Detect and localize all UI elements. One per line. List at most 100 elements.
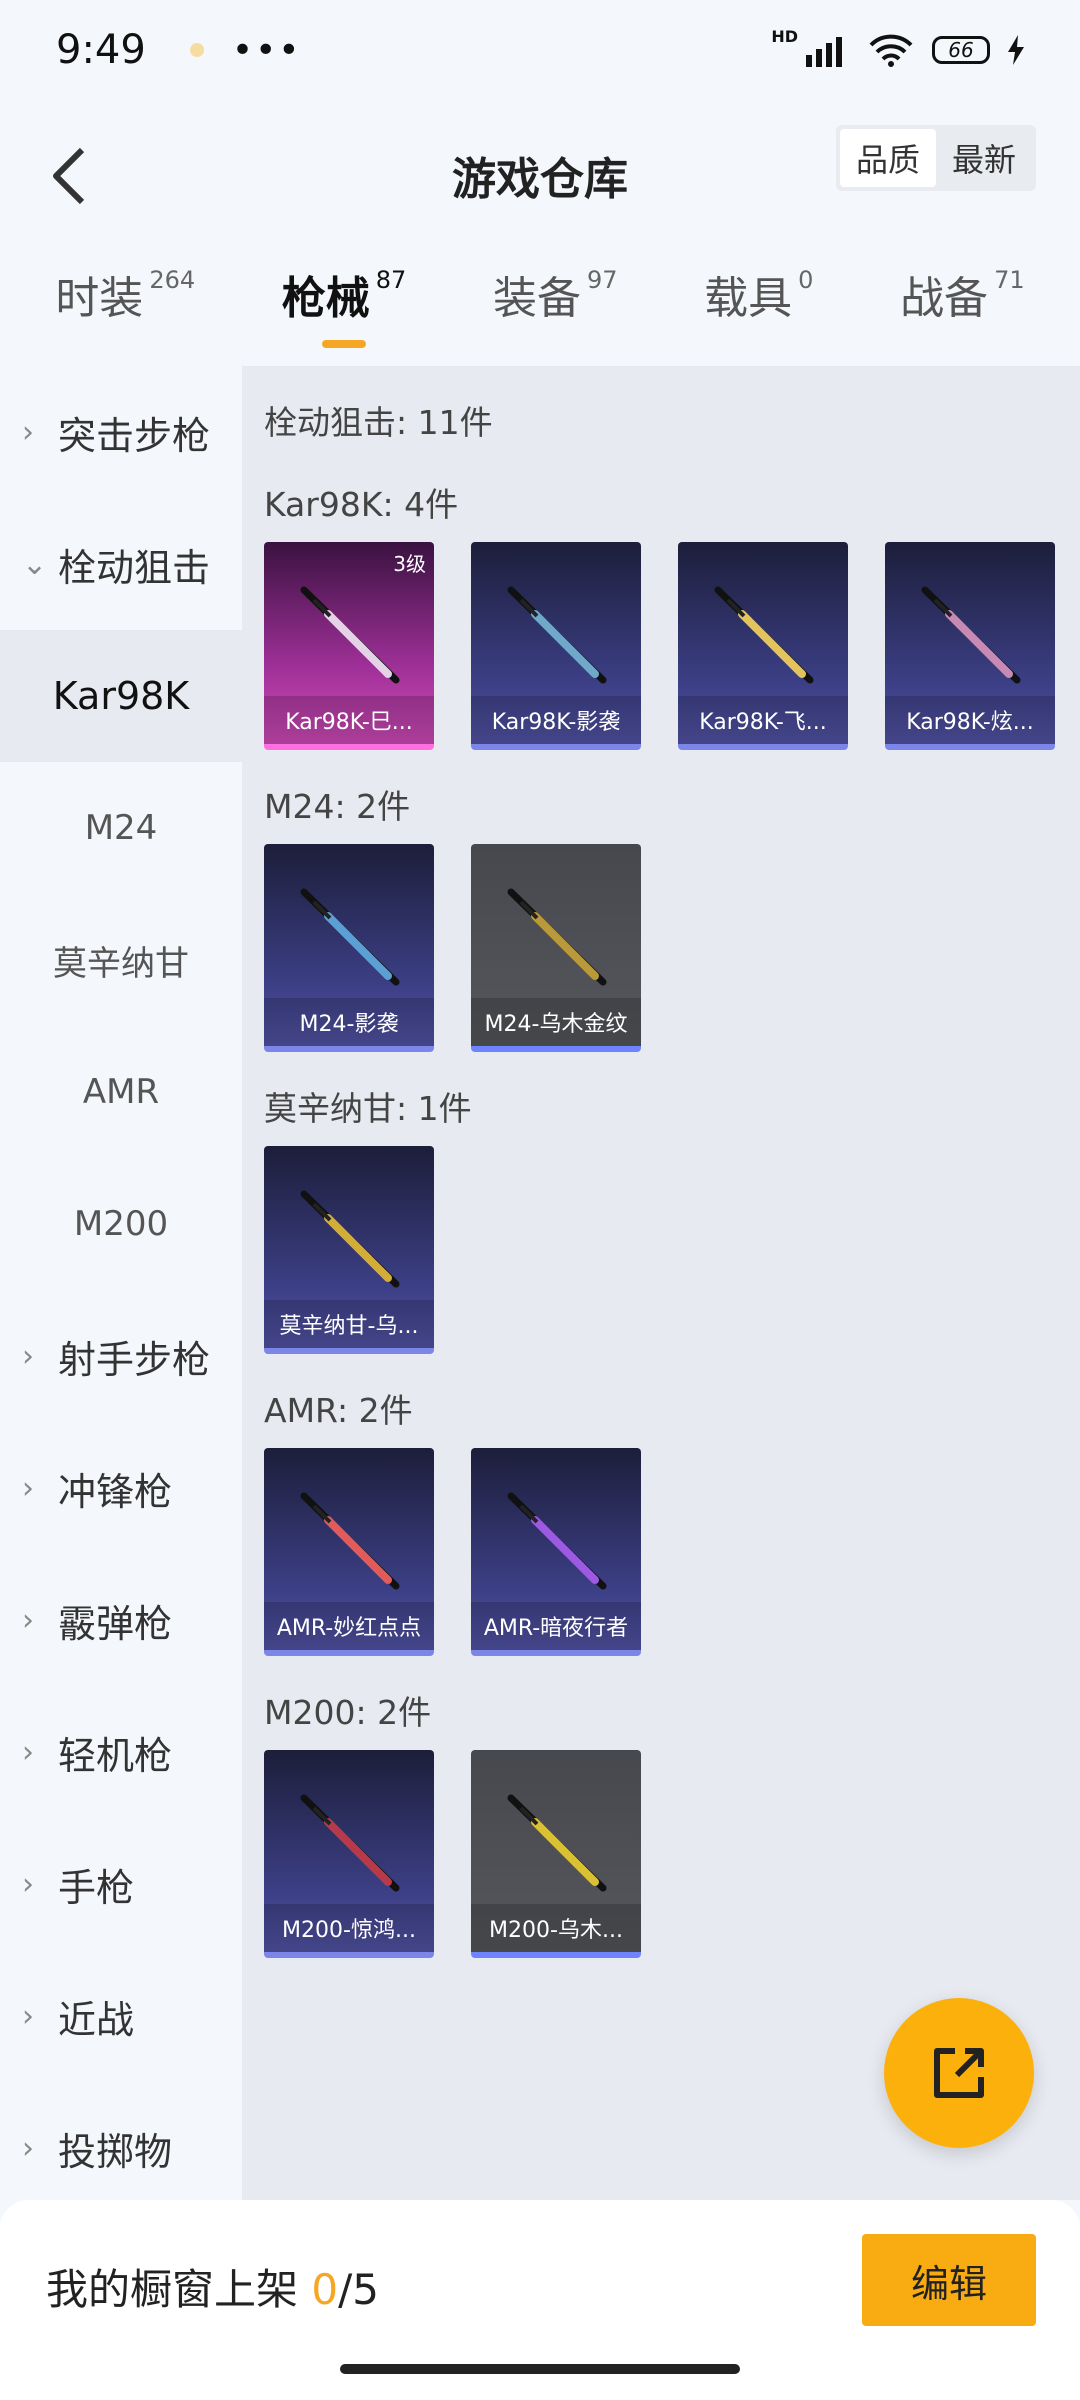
rifle-icon <box>507 1794 607 1892</box>
page-title: 游戏仓库 <box>452 154 628 205</box>
skin-card[interactable]: Kar98K-飞... <box>678 542 848 750</box>
sidebar-item-label: 霰弹枪 <box>58 1601 173 1646</box>
sidebar-subitem-mosin[interactable]: 莫辛纳甘 <box>0 894 242 1026</box>
active-tab-indicator <box>321 340 366 348</box>
sidebar-item-label: 栓动狙击 <box>58 545 211 590</box>
chevron-down-icon: ⌄ <box>22 546 48 582</box>
tab-count: 87 <box>375 266 407 294</box>
sidebar-item-lmg[interactable]: › 轻机枪 <box>0 1686 242 1818</box>
sidebar-item-label: 手枪 <box>58 1865 135 1910</box>
sidebar-item-melee[interactable]: › 近战 <box>0 1950 242 2082</box>
skin-card[interactable]: M24-乌木金纹 <box>471 844 641 1052</box>
tab-count: 97 <box>586 266 618 294</box>
sidebar-item-throwable[interactable]: › 投掷物 <box>0 2082 242 2214</box>
sidebar-item-label: 射手步枪 <box>58 1337 211 1382</box>
group-title-kar98k: Kar98K: 4件 <box>264 485 459 524</box>
rifle-icon <box>507 586 607 684</box>
skin-card[interactable]: 莫辛纳甘-乌... <box>264 1146 434 1354</box>
rifle-icon <box>300 586 400 684</box>
rifle-icon <box>300 888 400 986</box>
skin-card[interactable]: AMR-妙红点点 <box>264 1448 434 1656</box>
share-button[interactable] <box>884 1998 1034 2148</box>
sidebar-subitem-m200[interactable]: M200 <box>0 1158 242 1290</box>
sidebar-item-assault-rifle[interactable]: › 突击步枪 <box>0 366 242 498</box>
status-bar: 9:49 ••• HD 66 <box>0 0 1080 100</box>
more-notifications-icon: ••• <box>231 29 302 71</box>
tab-label: 载具 <box>704 273 793 324</box>
home-indicator[interactable] <box>340 2364 740 2374</box>
wifi-icon <box>869 34 913 67</box>
chevron-right-icon: › <box>22 1866 34 1902</box>
sort-latest-button[interactable]: 最新 <box>936 129 1032 187</box>
bottom-bar: 我的橱窗上架 0/5 编辑 <box>0 2200 1080 2400</box>
category-tabs: 时装 264 枪械 87 装备 97 载具 0 战备 71 <box>0 250 1080 366</box>
hd-indicator: HD <box>771 26 798 46</box>
skin-name: Kar98K-炫... <box>885 696 1055 744</box>
skin-card[interactable]: M200-乌木... <box>471 1750 641 1958</box>
tab-supplies[interactable]: 战备 71 <box>900 262 1025 354</box>
tab-outfits[interactable]: 时装 264 <box>55 262 195 354</box>
header: 游戏仓库 品质 最新 <box>0 100 1080 250</box>
sidebar-item-label: 近战 <box>58 1997 135 2042</box>
notification-dot <box>189 43 204 57</box>
skin-card[interactable]: 3级 Kar98K-巳... <box>264 542 434 750</box>
weapon-category-sidebar: › 突击步枪 ⌄ 栓动狙击 Kar98K M24 莫辛纳甘 AMR M200 ›… <box>0 366 242 2200</box>
tab-label: 枪械 <box>281 273 370 324</box>
showcase-label: 我的橱窗上架 <box>46 2265 312 2314</box>
rifle-icon <box>507 888 607 986</box>
card-row-m200: M200-惊鸿... M200-乌木... <box>264 1750 1058 1958</box>
rifle-icon <box>300 1190 400 1288</box>
card-row-kar98k: 3级 Kar98K-巳... Kar98K-影袭 Kar98K-飞... Kar… <box>264 542 1058 750</box>
sort-quality-button[interactable]: 品质 <box>839 129 936 187</box>
showcase-total: /5 <box>338 2265 379 2314</box>
skin-name: M200-乌木... <box>471 1904 641 1952</box>
skin-card[interactable]: M24-影袭 <box>264 844 434 1052</box>
sidebar-item-label: 突击步枪 <box>58 413 211 458</box>
signal-icon <box>806 37 842 67</box>
back-button[interactable] <box>28 128 108 224</box>
skin-name: Kar98K-影袭 <box>471 696 641 744</box>
section-title: 栓动狙击: 11件 <box>264 403 493 442</box>
chevron-right-icon: › <box>22 2130 34 2166</box>
rifle-icon <box>921 586 1021 684</box>
sidebar-item-dmr[interactable]: › 射手步枪 <box>0 1290 242 1422</box>
group-title-m200: M200: 2件 <box>264 1693 432 1732</box>
rifle-icon <box>300 1794 400 1892</box>
tab-equipment[interactable]: 装备 97 <box>493 262 618 354</box>
tab-label: 战备 <box>900 273 989 324</box>
sidebar-subitem-kar98k[interactable]: Kar98K <box>0 630 242 762</box>
sidebar-item-label: 投掷物 <box>58 2129 173 2174</box>
sidebar-item-label: 轻机枪 <box>58 1733 173 1778</box>
group-title-amr: AMR: 2件 <box>264 1391 413 1430</box>
sidebar-item-shotgun[interactable]: › 霰弹枪 <box>0 1554 242 1686</box>
sidebar-item-pistol[interactable]: › 手枪 <box>0 1818 242 1950</box>
skin-card[interactable]: Kar98K-炫... <box>885 542 1055 750</box>
skin-card[interactable]: M200-惊鸿... <box>264 1750 434 1958</box>
sidebar-subitem-m24[interactable]: M24 <box>0 762 242 894</box>
group-title-mosin: 莫辛纳甘: 1件 <box>264 1089 472 1128</box>
skin-name: 莫辛纳甘-乌... <box>264 1300 434 1348</box>
charging-icon <box>1008 35 1024 65</box>
clock: 9:49 <box>56 27 146 73</box>
tab-firearms[interactable]: 枪械 87 <box>281 262 407 354</box>
card-row-mosin: 莫辛纳甘-乌... <box>264 1146 1058 1354</box>
battery-icon: 66 <box>932 36 990 64</box>
sidebar-item-smg[interactable]: › 冲锋枪 <box>0 1422 242 1554</box>
level-badge: 3级 <box>393 552 426 576</box>
skin-card[interactable]: Kar98K-影袭 <box>471 542 641 750</box>
tab-vehicles[interactable]: 载具 0 <box>704 262 813 354</box>
tab-label: 时装 <box>55 273 144 324</box>
sidebar-subitem-amr[interactable]: AMR <box>0 1026 242 1158</box>
back-arrow-icon <box>53 147 85 205</box>
sidebar-item-bolt-sniper[interactable]: ⌄ 栓动狙击 <box>0 498 242 630</box>
chevron-right-icon: › <box>22 1602 34 1638</box>
edit-button[interactable]: 编辑 <box>862 2234 1036 2326</box>
group-title-m24: M24: 2件 <box>264 787 411 826</box>
showcase-status: 我的橱窗上架 0/5 <box>46 2256 379 2317</box>
skin-card[interactable]: AMR-暗夜行者 <box>471 1448 641 1656</box>
tab-label: 装备 <box>492 273 581 324</box>
tab-count: 264 <box>149 266 196 294</box>
skin-name: AMR-暗夜行者 <box>471 1602 641 1650</box>
chevron-right-icon: › <box>22 414 34 450</box>
skin-name: M24-乌木金纹 <box>471 998 641 1046</box>
